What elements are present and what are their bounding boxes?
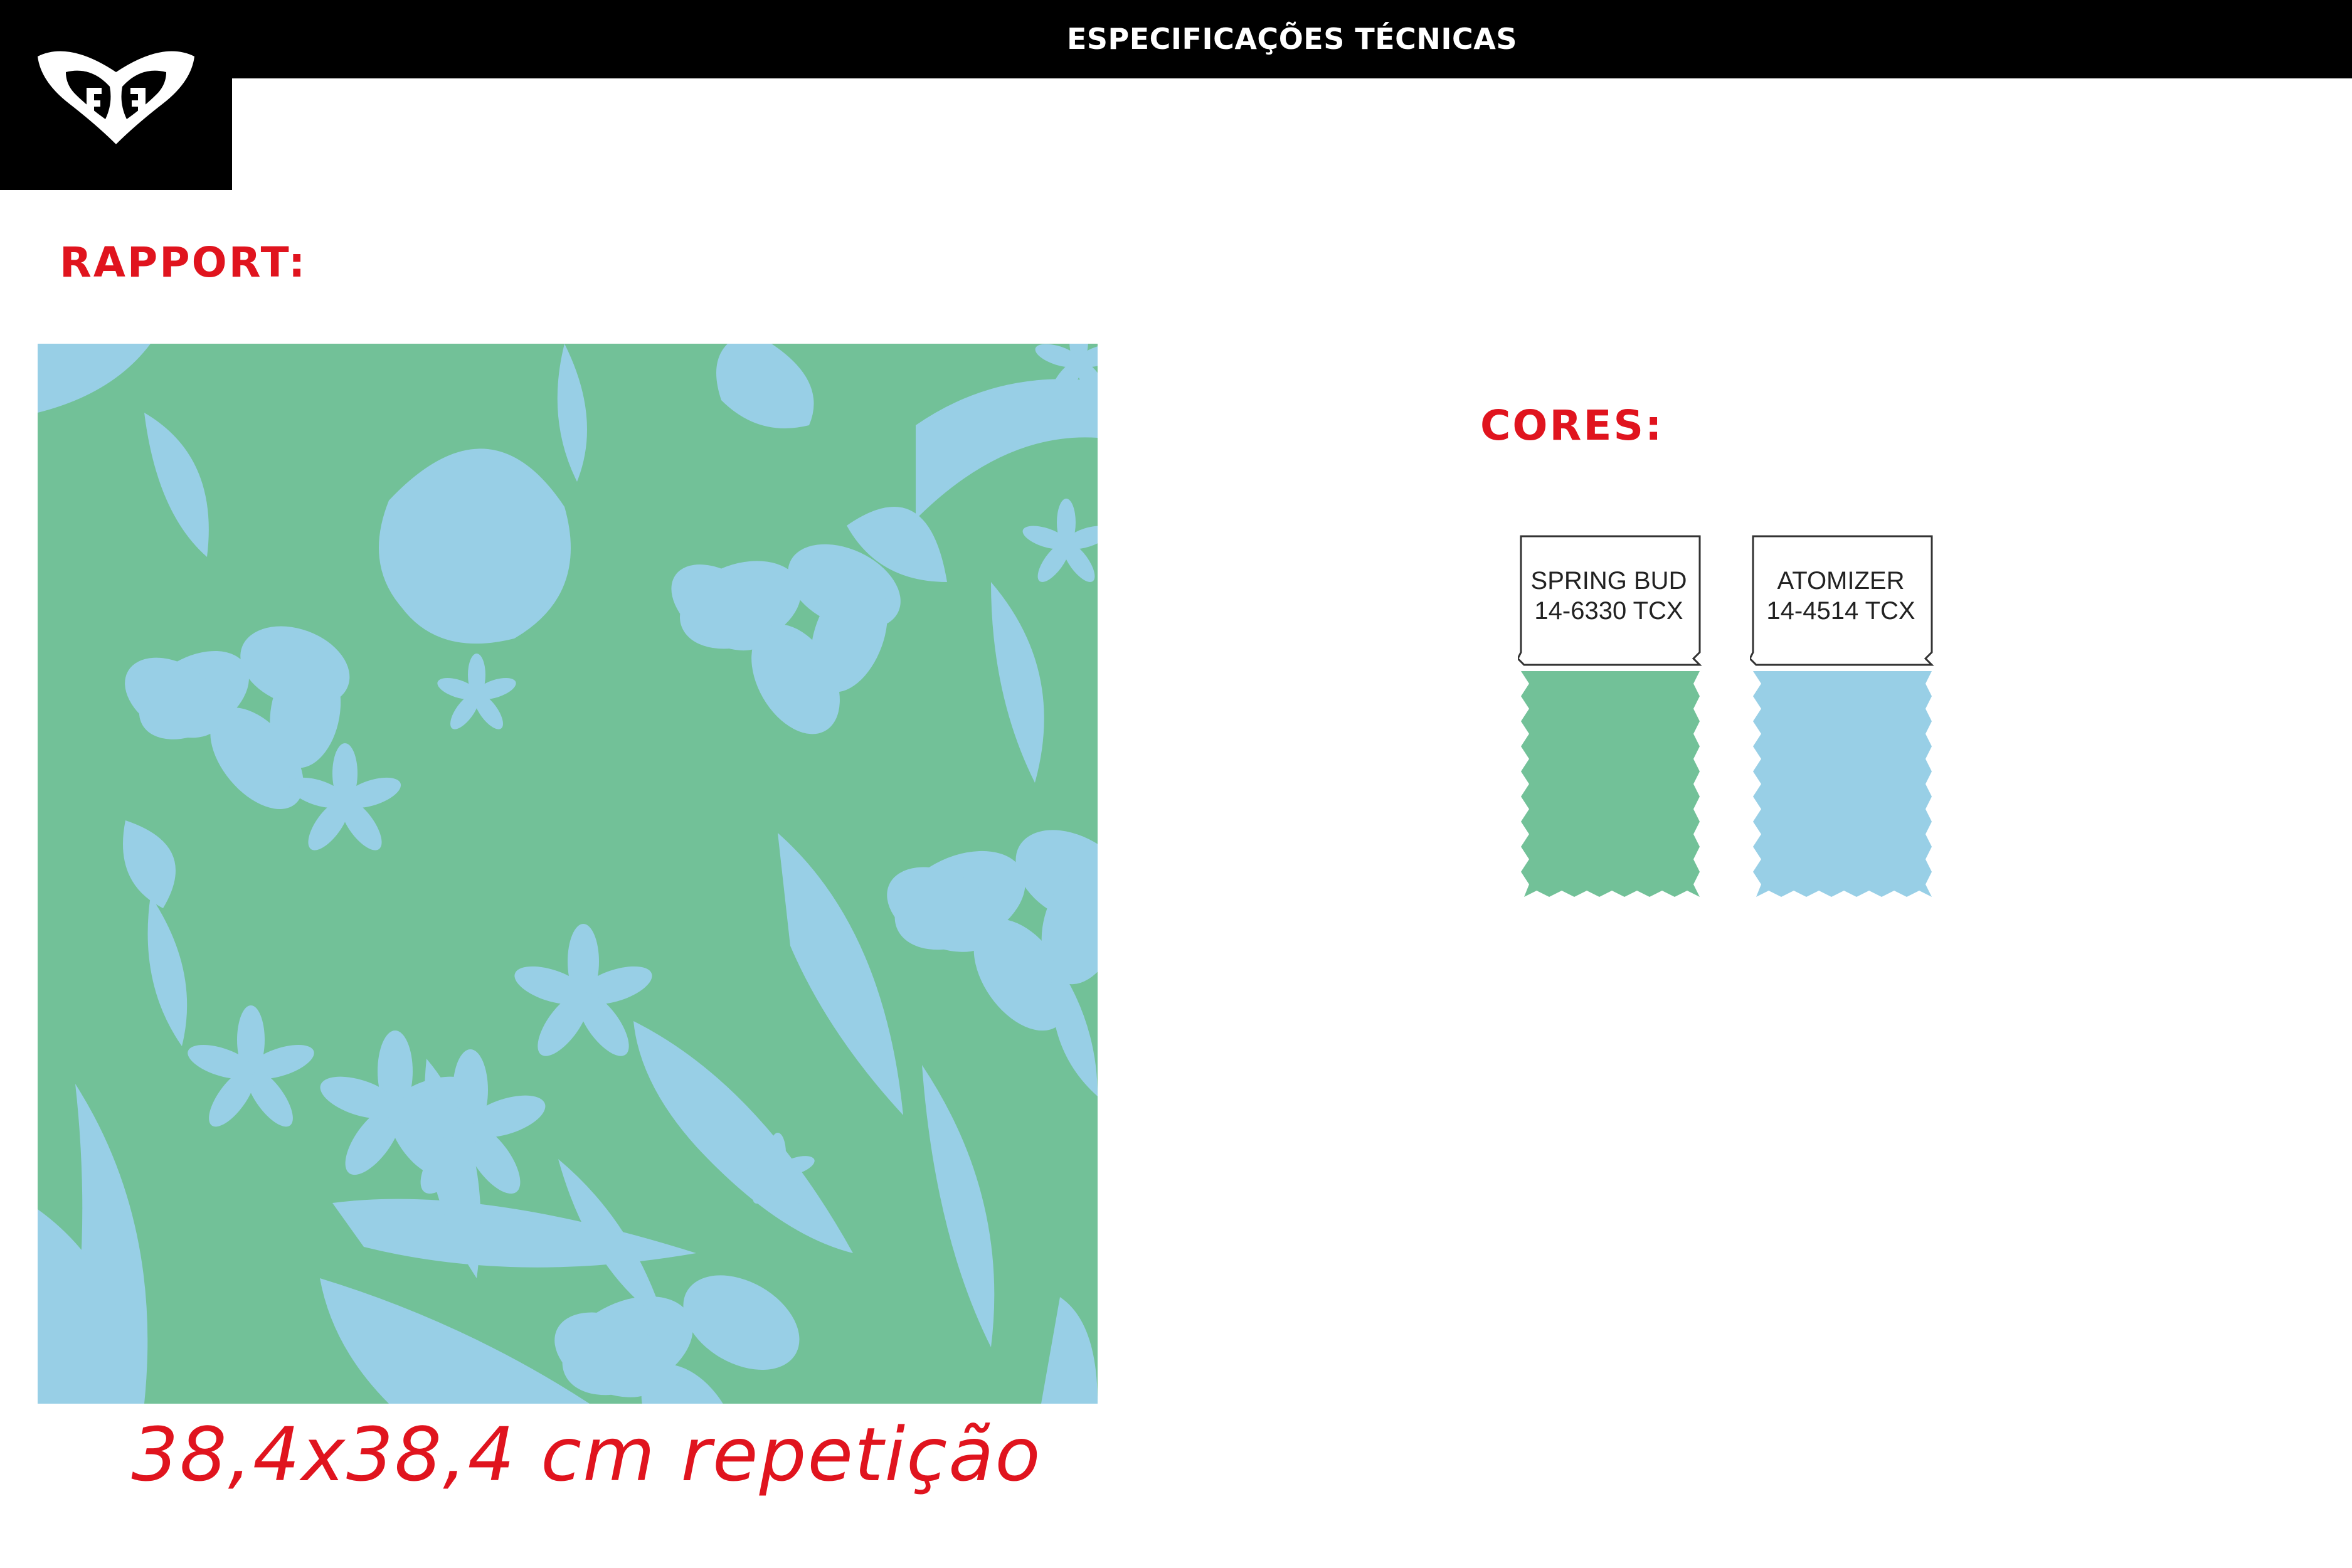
heart-logo-icon — [38, 51, 194, 145]
swatch-name: SPRING BUD — [1530, 567, 1687, 595]
brand-logo — [0, 0, 232, 190]
swatch-code: 14-4514 TCX — [1766, 597, 1915, 625]
swatch-code: 14-6330 TCX — [1534, 597, 1683, 625]
swatch-label: SPRING BUD 14-6330 TCX — [1518, 566, 1700, 626]
print-pattern — [38, 344, 1098, 1404]
swatch-name: ATOMIZER — [1777, 567, 1905, 595]
repeat-size-caption: 38,4x38,4 cm repetição — [131, 1411, 1042, 1498]
cores-label: CORES: — [1480, 401, 1664, 450]
page-title: ESPECIFICAÇÕES TÉCNICAS — [1066, 22, 1518, 56]
header-bar: ESPECIFICAÇÕES TÉCNICAS — [0, 0, 2352, 78]
color-swatch-atomizer: ATOMIZER 14-4514 TCX — [1750, 533, 1938, 909]
color-swatch-spring-bud: SPRING BUD 14-6330 TCX — [1518, 533, 1706, 909]
rapport-label: RAPPORT: — [60, 238, 307, 287]
swatch-label: ATOMIZER 14-4514 TCX — [1750, 566, 1932, 626]
